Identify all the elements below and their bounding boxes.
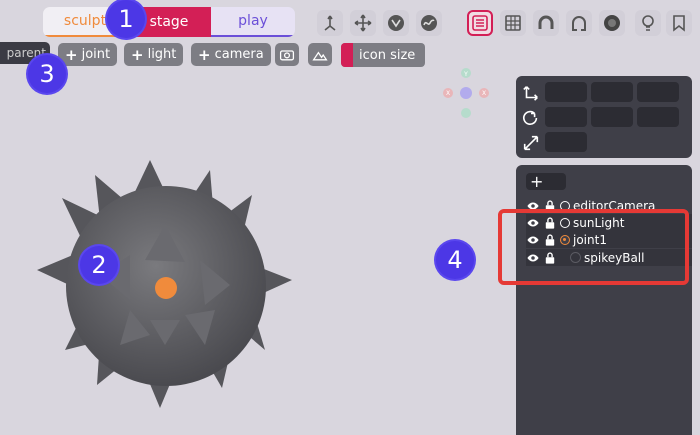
list-icon <box>472 15 488 31</box>
gizmo-y-label: Y <box>463 71 468 78</box>
rotate-icon <box>523 110 538 126</box>
add-camera-button[interactable]: + camera <box>191 43 271 66</box>
add-light-button[interactable]: + light <box>124 43 184 66</box>
gizmo-x-neg-label: X <box>482 90 486 97</box>
add-joint-label: joint <box>81 47 111 62</box>
add-node-button[interactable]: + <box>526 173 566 190</box>
translate-icon <box>523 86 538 101</box>
lightbulb-icon <box>642 15 654 31</box>
callout-1: 1 <box>107 0 145 38</box>
transform-axes-button[interactable] <box>317 10 343 36</box>
move-button[interactable] <box>350 10 376 36</box>
vector-icon <box>388 15 404 31</box>
axes-icon <box>324 15 336 31</box>
terrain-button[interactable] <box>308 43 332 66</box>
snap-icon <box>572 16 586 31</box>
gizmo-x-label: X <box>446 90 450 97</box>
magnet-icon <box>538 15 554 29</box>
snapshot-button[interactable] <box>275 43 299 66</box>
camera-icon <box>279 49 295 60</box>
plus-icon: + <box>65 45 78 64</box>
add-camera-label: camera <box>214 47 264 62</box>
bookmark-button[interactable] <box>666 10 692 36</box>
icon-size-slider[interactable]: icon size <box>341 43 425 67</box>
wave-button[interactable] <box>416 10 442 36</box>
grid-button[interactable] <box>500 10 526 36</box>
spikey-ball-viewport[interactable] <box>0 140 320 430</box>
mode-switcher: sculpt stage play <box>43 7 295 37</box>
scene-tree-panel: + editorCamera sunLight joint1 spikeyBal… <box>516 165 692 435</box>
scale-field[interactable] <box>545 132 587 152</box>
rotation-y-field[interactable] <box>591 107 633 127</box>
grid-icon <box>505 15 521 31</box>
add-joint-button[interactable]: + joint <box>58 43 118 66</box>
plus-icon: + <box>131 45 144 64</box>
rotation-z-field[interactable] <box>637 107 679 127</box>
highlight-box <box>498 209 689 285</box>
move-icon <box>354 14 372 32</box>
callout-3: 3 <box>28 55 66 93</box>
rotation-x-field[interactable] <box>545 107 587 127</box>
position-z-field[interactable] <box>637 82 679 102</box>
callout-2: 2 <box>80 246 118 284</box>
joint-marker[interactable] <box>155 277 177 299</box>
mountain-icon <box>312 50 328 60</box>
list-view-button[interactable] <box>467 10 493 36</box>
plus-icon: + <box>198 45 211 64</box>
icon-size-label: icon size <box>359 47 416 63</box>
snap-button[interactable] <box>566 10 592 36</box>
bookmark-icon <box>673 15 685 32</box>
scale-icon <box>523 135 539 151</box>
add-light-label: light <box>147 47 177 62</box>
magnet-button[interactable] <box>533 10 559 36</box>
wave-icon <box>421 15 437 31</box>
lightbulb-button[interactable] <box>635 10 661 36</box>
orientation-gizmo[interactable]: Y X X <box>440 67 492 119</box>
vector-button[interactable] <box>383 10 409 36</box>
position-y-field[interactable] <box>591 82 633 102</box>
sphere-icon <box>604 15 620 31</box>
transform-panel <box>516 76 692 158</box>
tab-play[interactable]: play <box>211 7 295 37</box>
callout-4: 4 <box>436 241 474 279</box>
position-x-field[interactable] <box>545 82 587 102</box>
material-button[interactable] <box>599 10 625 36</box>
icon-size-fill <box>341 43 353 67</box>
